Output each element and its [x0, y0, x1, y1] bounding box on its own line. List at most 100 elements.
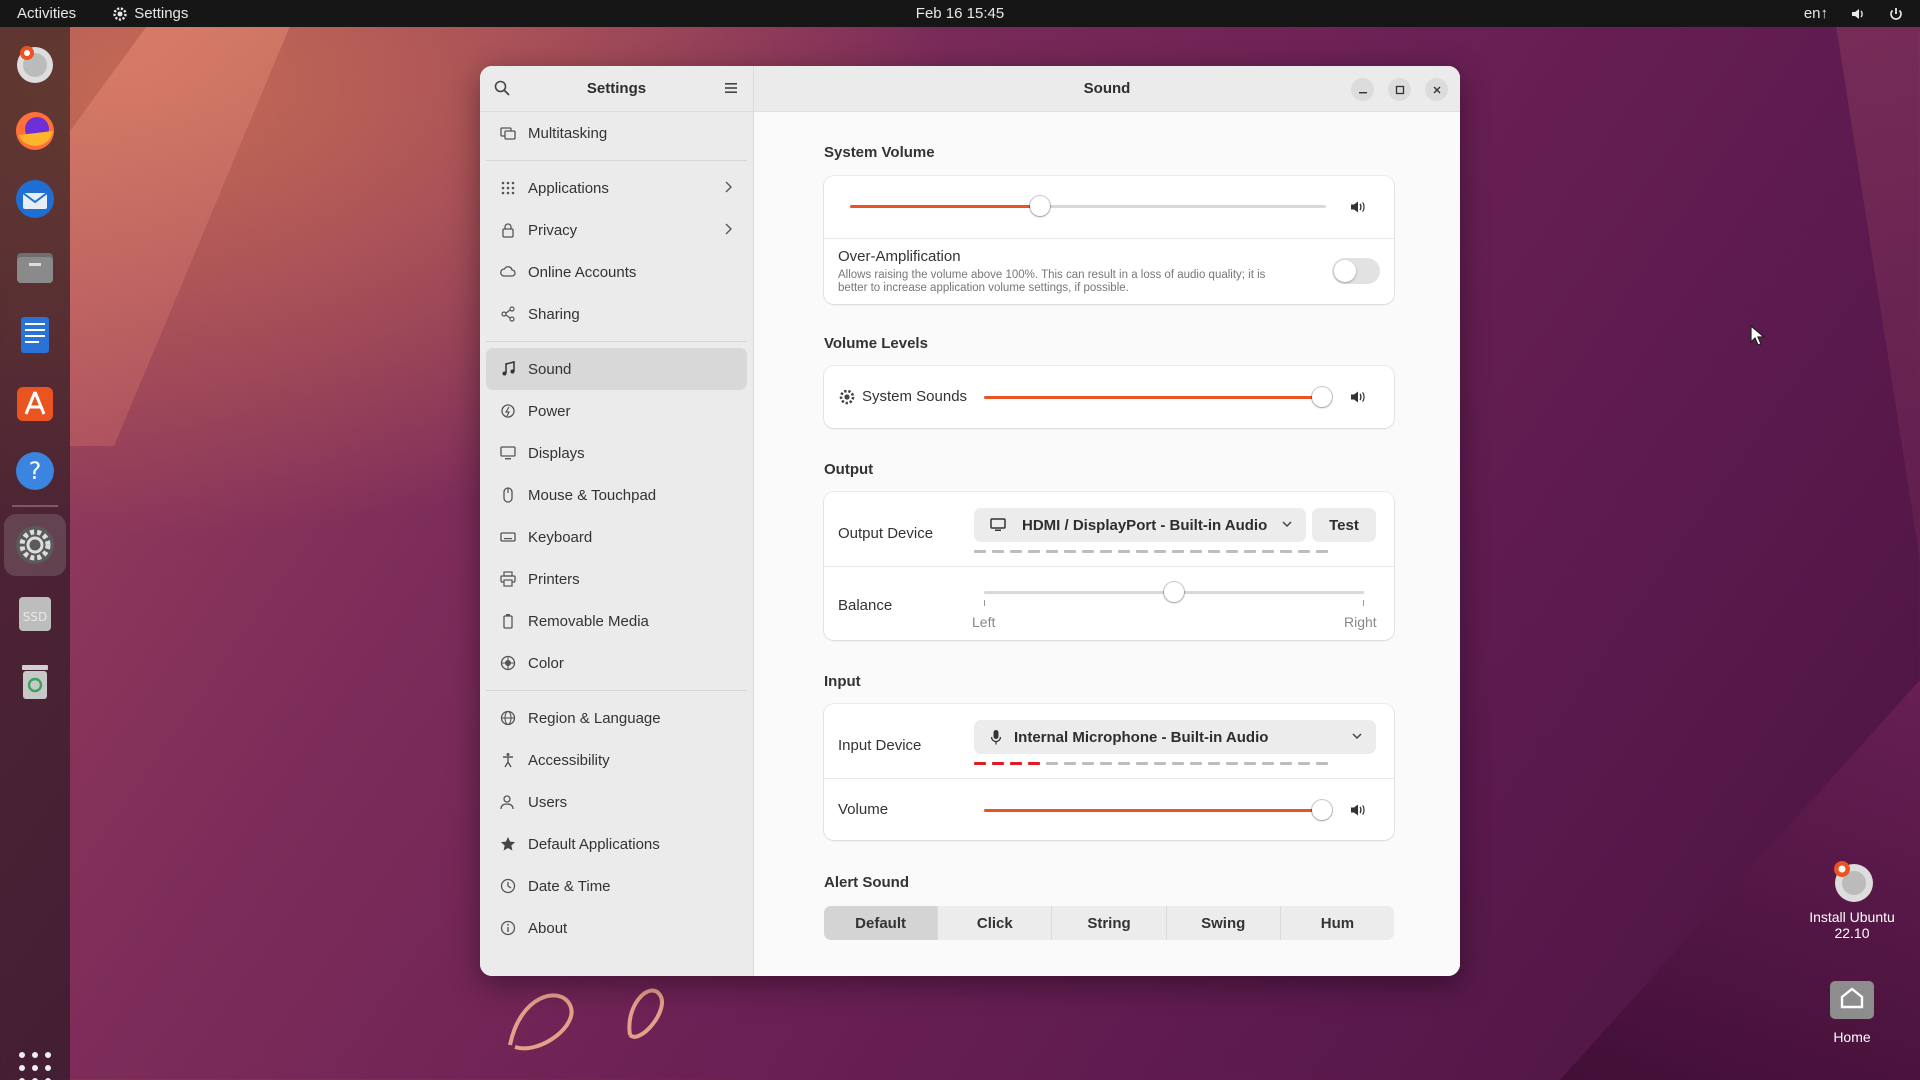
- system-tray[interactable]: en↑: [1804, 5, 1904, 22]
- sidebar-item-label: Default Applications: [528, 835, 660, 853]
- system-volume-slider[interactable]: [850, 196, 1326, 216]
- over-amplification-toggle[interactable]: [1332, 258, 1380, 284]
- sidebar-item-mouse-touchpad[interactable]: Mouse & Touchpad: [486, 474, 747, 516]
- sidebar-item-users[interactable]: Users: [486, 781, 747, 823]
- alert-sound-option-swing[interactable]: Swing: [1167, 906, 1281, 940]
- level-segment: [1208, 550, 1220, 553]
- multitasking-icon: [500, 125, 516, 141]
- maximize-button[interactable]: [1388, 78, 1411, 101]
- level-segment: [1118, 550, 1130, 553]
- slider-fill: [984, 396, 1322, 399]
- balance-tick-left: [984, 600, 985, 606]
- printer-icon: [500, 571, 516, 587]
- app-menu[interactable]: Settings: [112, 5, 188, 22]
- close-button[interactable]: [1425, 78, 1448, 101]
- activities-button[interactable]: Activities: [17, 5, 76, 22]
- slider-knob[interactable]: [1030, 196, 1051, 216]
- balance-left-label: Left: [972, 614, 996, 630]
- section-title-system-volume: System Volume: [824, 144, 935, 161]
- chevron-down-icon: [1352, 733, 1362, 740]
- volume-icon[interactable]: [1850, 6, 1866, 22]
- output-device-dropdown[interactable]: HDMI / DisplayPort - Built-in Audio: [974, 508, 1306, 542]
- sidebar-item-applications[interactable]: Applications: [486, 167, 747, 209]
- sidebar-item-region-language[interactable]: Region & Language: [486, 697, 747, 739]
- slider-knob[interactable]: [1312, 800, 1332, 820]
- gear-icon: [839, 389, 855, 405]
- level-segment: [1208, 762, 1220, 765]
- dock: ? SSD: [0, 27, 70, 1080]
- level-segment: [1172, 762, 1184, 765]
- desktop-install-label: Install Ubuntu 22.10: [1809, 909, 1895, 941]
- row-divider: [824, 238, 1394, 239]
- balance-slider[interactable]: [984, 582, 1364, 602]
- input-device-dropdown[interactable]: Internal Microphone - Built-in Audio: [974, 720, 1376, 754]
- output-card: Output Device HDMI / DisplayPort - Built…: [824, 492, 1394, 640]
- app-center-icon[interactable]: [11, 379, 59, 427]
- writer-icon[interactable]: [11, 311, 59, 359]
- system-volume-card: Over-Amplification Allows raising the vo…: [824, 176, 1394, 304]
- balance-right-label: Right: [1344, 614, 1377, 630]
- sidebar-item-about[interactable]: About: [486, 907, 747, 949]
- firefox-icon[interactable]: [11, 107, 59, 155]
- section-title-input: Input: [824, 673, 861, 690]
- desktop-install-ubuntu[interactable]: Install Ubuntu 22.10: [1797, 855, 1907, 941]
- alert-sound-option-string[interactable]: String: [1052, 906, 1167, 940]
- svg-text:?: ?: [29, 457, 42, 485]
- keyboard-layout[interactable]: en↑: [1804, 5, 1828, 22]
- level-segment: [1136, 762, 1148, 765]
- help-icon[interactable]: ?: [11, 447, 59, 495]
- sidebar-item-label: Privacy: [528, 221, 578, 239]
- sidebar-item-keyboard[interactable]: Keyboard: [486, 516, 747, 558]
- hamburger-menu-icon[interactable]: [723, 80, 739, 96]
- files-icon[interactable]: [11, 243, 59, 291]
- thunderbird-icon[interactable]: [11, 175, 59, 223]
- mouse-cursor-icon: [1750, 325, 1766, 346]
- trash-icon[interactable]: [11, 657, 59, 705]
- alert-sound-option-default[interactable]: Default: [824, 906, 939, 940]
- section-title-output: Output: [824, 461, 874, 478]
- sidebar-separator: [486, 160, 747, 161]
- sidebar-item-date-time[interactable]: Date & Time: [486, 865, 747, 907]
- over-amplification-label: Over-Amplification: [838, 248, 961, 265]
- search-icon[interactable]: [494, 80, 510, 96]
- system-sounds-label: System Sounds: [862, 388, 968, 405]
- level-segment: [1046, 550, 1058, 553]
- level-segment: [1190, 762, 1202, 765]
- minimize-button[interactable]: [1351, 78, 1374, 101]
- music-note-icon: [500, 361, 516, 377]
- sidebar-item-label: Region & Language: [528, 709, 661, 727]
- alert-sound-option-click[interactable]: Click: [938, 906, 1053, 940]
- desktop-home[interactable]: Home: [1797, 975, 1907, 1045]
- sidebar-item-label: Power: [528, 402, 571, 420]
- sidebar-item-color[interactable]: Color: [486, 642, 747, 684]
- sidebar-item-power[interactable]: Power: [486, 390, 747, 432]
- clock[interactable]: Feb 16 15:45: [916, 5, 1004, 22]
- input-volume-slider[interactable]: [984, 800, 1332, 820]
- slider-knob[interactable]: [1312, 387, 1332, 407]
- system-sounds-slider[interactable]: [984, 387, 1332, 407]
- section-title-volume-levels: Volume Levels: [824, 335, 928, 352]
- gear-icon: [113, 6, 127, 21]
- ssd-icon[interactable]: SSD: [11, 589, 59, 637]
- level-segment: [974, 550, 986, 553]
- show-apps-button[interactable]: [19, 1052, 51, 1080]
- sidebar-item-sharing[interactable]: Sharing: [486, 293, 747, 335]
- sidebar-item-displays[interactable]: Displays: [486, 432, 747, 474]
- sidebar-item-default-applications[interactable]: Default Applications: [486, 823, 747, 865]
- sidebar-item-printers[interactable]: Printers: [486, 558, 747, 600]
- power-icon: [500, 403, 516, 419]
- alert-sound-option-hum[interactable]: Hum: [1281, 906, 1394, 940]
- slider-knob[interactable]: [1164, 582, 1184, 602]
- app-name: Settings: [134, 5, 189, 22]
- sidebar-item-accessibility[interactable]: Accessibility: [486, 739, 747, 781]
- power-icon[interactable]: [1888, 6, 1904, 22]
- settings-icon[interactable]: [11, 521, 59, 569]
- level-segment: [1010, 762, 1022, 765]
- sidebar-item-privacy[interactable]: Privacy: [486, 209, 747, 251]
- sidebar-item-sound[interactable]: Sound: [486, 348, 747, 390]
- installer-icon[interactable]: [11, 39, 59, 87]
- sidebar-item-online-accounts[interactable]: Online Accounts: [486, 251, 747, 293]
- test-button[interactable]: Test: [1312, 508, 1376, 542]
- sidebar-item-multitasking[interactable]: Multitasking: [486, 112, 747, 154]
- sidebar-item-removable-media[interactable]: Removable Media: [486, 600, 747, 642]
